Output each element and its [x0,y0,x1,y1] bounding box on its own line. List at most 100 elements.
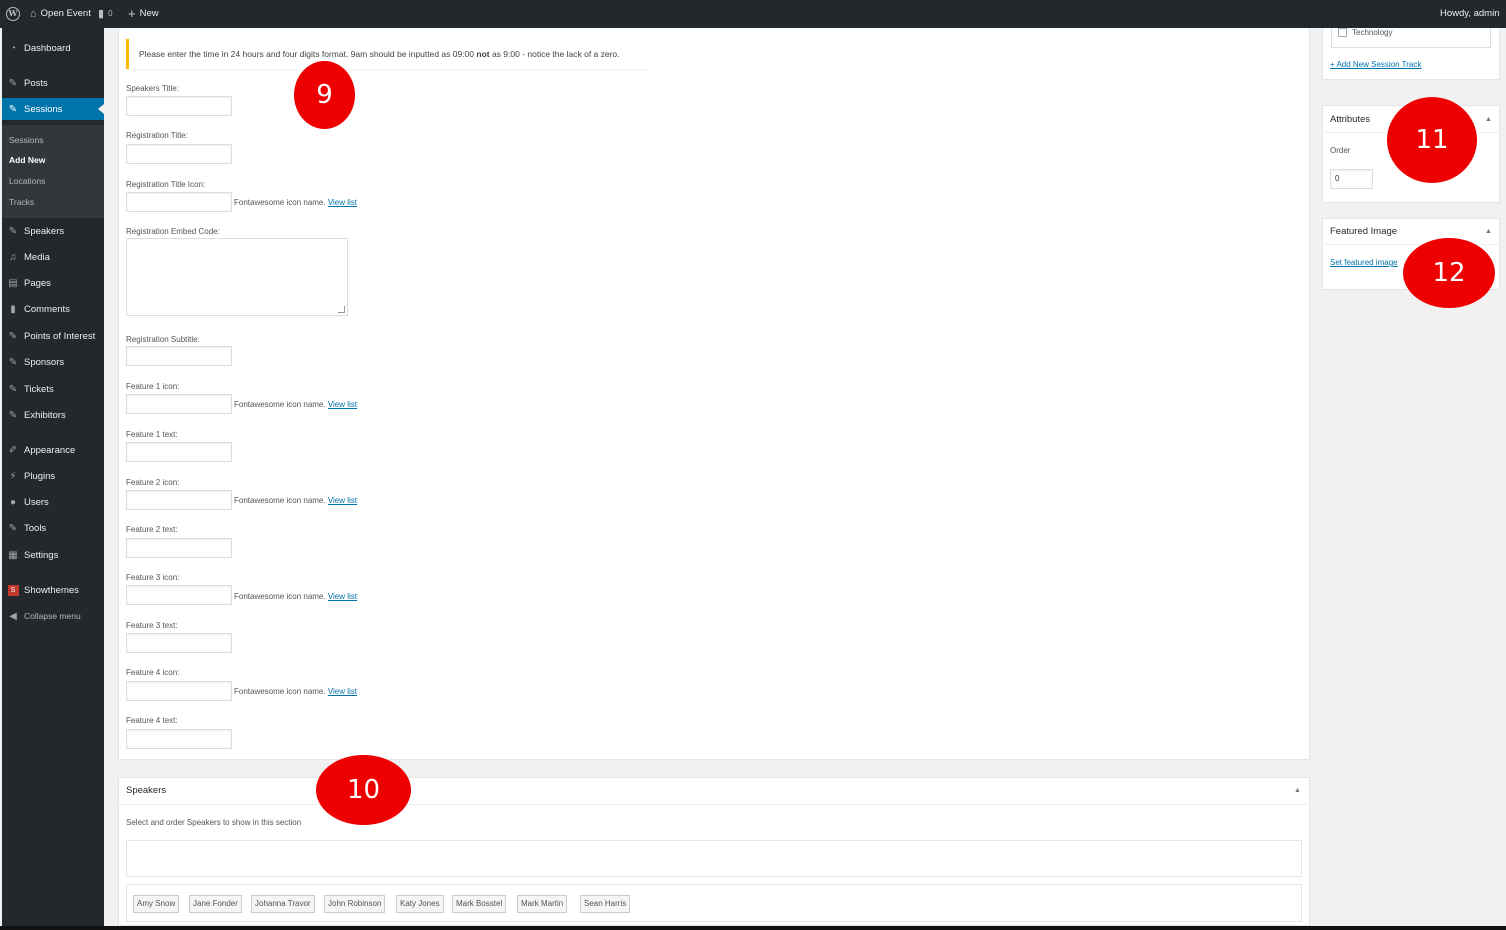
menu-item-settings[interactable]: ▦ Settings [2,544,104,566]
feature-1-icon-label: Feature 1 icon: [126,382,180,391]
menu-item-posts[interactable]: ✎ Posts [2,72,104,94]
feature-1-text-input[interactable] [126,442,232,462]
sessions-submenu: Sessions Add New Locations Tracks [2,125,104,218]
registration-title-icon-input[interactable] [126,192,232,212]
menu-item-sessions[interactable]: ✎ Sessions [2,98,104,120]
feature-3-text-input[interactable] [126,633,232,653]
submenu-item-add-new[interactable]: Add New [9,155,45,165]
view-list-link[interactable]: View list [328,496,357,505]
home-icon: ⌂ [30,8,37,20]
brush-icon: ✐ [8,444,18,456]
showthemes-icon: S [2,584,24,596]
menu-item-speakers[interactable]: ✎ Speakers [2,220,104,242]
set-featured-image-link[interactable]: Set featured image [1330,258,1398,267]
menu-item-dashboard[interactable]: ◔ Dashboard [2,37,104,59]
menu-item-comments[interactable]: ▮ Comments [2,298,104,320]
menu-item-pages[interactable]: ▤ Pages [2,272,104,294]
pin-icon: ✎ [8,383,18,395]
admin-bar: W ⌂ Open Event ▮ 0 + New Howdy, admin [0,0,1506,28]
attributes-box-title[interactable]: Attributes [1330,114,1370,125]
wrench-icon: ✎ [8,522,18,534]
registration-embed-code-label: Registration Embed Code: [126,227,220,236]
attributes-toggle-icon[interactable]: ▲ [1485,116,1492,123]
order-input[interactable]: 0 [1330,169,1373,189]
feature-4-icon-hint: Fontawesome icon name. View list [234,687,358,696]
menu-item-points-of-interest[interactable]: ✎ Points of Interest [2,325,104,347]
featured-image-toggle-icon[interactable]: ▲ [1485,228,1492,235]
menu-item-media[interactable]: ♫ Media [2,246,104,268]
speaker-chip[interactable]: Sean Harris [580,895,631,913]
submenu-item-tracks[interactable]: Tracks [9,197,34,207]
feature-2-icon-hint: Fontawesome icon name. View list [234,496,358,505]
dashboard-icon: ◔ [9,42,17,54]
menu-item-users[interactable]: ● Users [2,491,104,513]
time-format-notice: Please enter the time in 24 hours and fo… [126,39,648,69]
settings-icon: ▦ [8,549,18,561]
speaker-chip[interactable]: John Robinson [324,895,386,913]
menu-item-exhibitors[interactable]: ✎ Exhibitors [2,404,104,426]
divider [118,804,1310,805]
submenu-item-sessions[interactable]: Sessions [9,135,44,145]
registration-title-icon-label: Registration Title Icon: [126,180,206,189]
feature-3-icon-input[interactable] [126,585,232,605]
feature-1-icon-input[interactable] [126,394,232,414]
speaker-chip[interactable]: Amy Snow [133,895,180,913]
menu-item-showthemes[interactable]: S Showthemes [2,579,104,601]
plugin-icon: ⚡ [9,470,17,482]
registration-subtitle-input[interactable] [126,346,232,366]
speaker-chip[interactable]: Mark Bosstel [452,895,507,913]
speakers-selected-field[interactable] [126,840,1302,877]
new-content-link[interactable]: + New [128,0,159,28]
feature-3-icon-label: Feature 3 icon: [126,573,180,582]
collapse-icon: ◀ [9,610,17,622]
speakers-box-toggle-icon[interactable]: ▲ [1294,787,1301,794]
collapse-menu-button[interactable]: ◀ Collapse menu [2,605,104,627]
wordpress-logo-icon[interactable]: W [6,0,20,28]
order-label: Order [1330,146,1351,155]
registration-subtitle-label: Registration Subtitle: [126,335,200,344]
feature-4-text-input[interactable] [126,729,232,749]
pin-icon: ✎ [8,330,18,342]
feature-2-icon-input[interactable] [126,490,232,510]
feature-2-text-label: Feature 2 text: [126,525,178,534]
feature-3-icon-hint: Fontawesome icon name. View list [234,592,358,601]
registration-embed-code-textarea[interactable] [126,238,348,316]
speaker-chip[interactable]: Johanna Travor [251,895,315,913]
menu-item-appearance[interactable]: ✐ Appearance [2,439,104,461]
menu-item-tickets[interactable]: ✎ Tickets [2,378,104,400]
pin-icon: ✎ [8,103,18,115]
speakers-title-input[interactable] [126,96,232,116]
registration-title-input[interactable] [126,144,232,164]
speakers-title-label: Speakers Title: [126,84,179,93]
annotation-marker-12: 12 [1403,238,1495,308]
menu-item-sponsors[interactable]: ✎ Sponsors [2,351,104,373]
speaker-chip[interactable]: Mark Martin [517,895,568,913]
view-list-link[interactable]: View list [328,198,357,207]
feature-2-text-input[interactable] [126,538,232,558]
media-icon: ♫ [9,251,17,263]
site-name-link[interactable]: ⌂ Open Event [30,0,91,28]
comment-bubble-icon: ▮ [98,8,105,20]
users-icon: ● [9,496,17,508]
menu-item-plugins[interactable]: ⚡ Plugins [2,465,104,487]
account-menu[interactable]: Howdy, admin [1440,0,1500,28]
view-list-link[interactable]: View list [328,400,357,409]
featured-image-box-title[interactable]: Featured Image [1330,226,1397,237]
technology-checkbox[interactable] [1338,28,1347,38]
pages-icon: ▤ [8,277,18,289]
submenu-item-locations[interactable]: Locations [9,176,45,186]
speaker-chip[interactable]: Katy Jones [396,895,444,913]
comments-link[interactable]: ▮ 0 [98,0,113,28]
speakers-box-description: Select and order Speakers to show in thi… [126,818,302,827]
bottom-edge [0,926,1506,930]
feature-1-icon-hint: Fontawesome icon name. View list [234,400,358,409]
add-new-session-track-link[interactable]: + Add New Session Track [1330,60,1421,69]
feature-4-icon-input[interactable] [126,681,232,701]
comments-icon: ▮ [10,303,16,315]
view-list-link[interactable]: View list [328,592,357,601]
speaker-chip[interactable]: Jane Fonder [189,895,242,913]
view-list-link[interactable]: View list [328,687,357,696]
tracks-checklist: Technology [1331,28,1491,48]
menu-item-tools[interactable]: ✎ Tools [2,517,104,539]
speakers-box-title[interactable]: Speakers [126,785,166,796]
